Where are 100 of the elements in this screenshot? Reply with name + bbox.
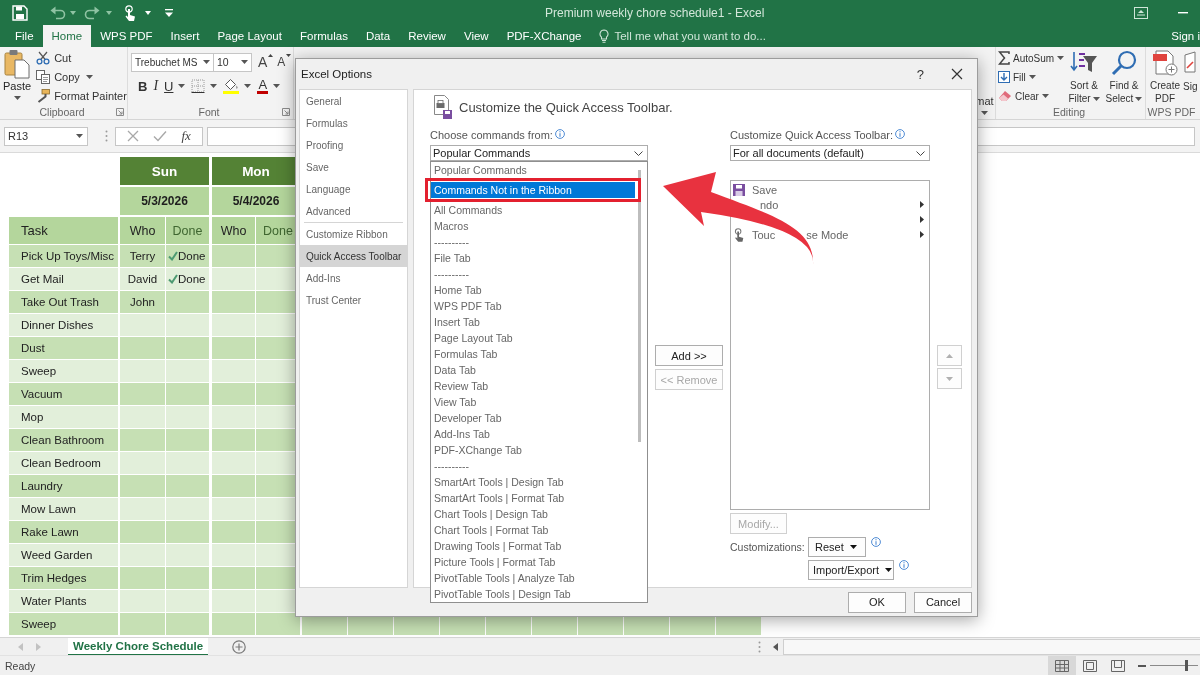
scrollbar-thumb[interactable] <box>638 170 641 442</box>
font-size-box[interactable]: 10 <box>214 52 252 72</box>
nav-item[interactable]: Formulas <box>300 112 407 134</box>
italic-button[interactable]: I <box>150 77 162 95</box>
dropdown-option[interactable]: Developer Tab <box>431 410 635 426</box>
ribbon-display-icon[interactable] <box>1134 6 1148 19</box>
ribbon-tab[interactable]: Insert <box>161 25 209 47</box>
caret-icon[interactable] <box>70 10 76 15</box>
cancel-icon[interactable] <box>127 130 140 142</box>
dropdown-option[interactable]: Home Tab <box>431 282 635 298</box>
dropdown-option[interactable]: Macros <box>431 218 635 234</box>
info-icon[interactable] <box>895 129 906 139</box>
underline-button[interactable]: U <box>161 77 189 95</box>
dialog-launcher-icon[interactable] <box>282 108 290 116</box>
format-painter-button[interactable]: Format Painter <box>34 87 129 105</box>
tell-me-field[interactable]: Tell me what you want to do... <box>614 30 780 42</box>
dropdown-option[interactable]: Add-Ins Tab <box>431 426 635 442</box>
nav-item[interactable]: Quick Access Toolbar <box>300 245 407 267</box>
nav-item[interactable]: Add-Ins <box>300 267 407 289</box>
list-item-label[interactable]: Touc <box>752 228 776 241</box>
submenu-arrow-icon[interactable] <box>920 201 924 208</box>
bold-button[interactable]: B <box>135 77 151 95</box>
move-up-button[interactable] <box>937 345 962 366</box>
ribbon-tab[interactable]: WPS PDF <box>91 25 162 47</box>
ok-button[interactable]: OK <box>848 591 906 613</box>
reset-button[interactable]: Reset <box>808 537 866 557</box>
ribbon-tab[interactable]: Page Layout <box>208 25 291 47</box>
horizontal-scrollbar[interactable] <box>783 638 1200 655</box>
dropdown-option[interactable]: PivotTable Tools | Analyze Tab <box>431 570 635 586</box>
dropdown-option[interactable]: Commands Not in the Ribbon <box>431 182 635 198</box>
import-export-button[interactable]: Import/Export <box>808 560 894 580</box>
ribbon-tab[interactable]: Review <box>399 25 455 47</box>
nav-item[interactable]: Language <box>300 178 407 200</box>
fill-button[interactable]: Fill <box>998 68 1064 86</box>
move-down-button[interactable] <box>937 368 962 389</box>
dropdown-option[interactable]: Insert Tab <box>431 314 635 330</box>
caret-icon[interactable] <box>145 10 151 15</box>
ribbon-tab[interactable]: Home <box>42 25 92 47</box>
grip-icon[interactable] <box>105 130 108 142</box>
add-sheet-icon[interactable] <box>232 639 247 654</box>
nav-item[interactable]: General <box>300 90 407 112</box>
dropdown-option[interactable]: Review Tab <box>431 378 635 394</box>
grip-icon[interactable] <box>758 640 761 653</box>
grow-font-button[interactable]: A <box>258 54 274 70</box>
list-item-label[interactable]: Save <box>752 183 778 196</box>
dropdown-option[interactable]: ---------- <box>431 234 635 250</box>
caret-icon[interactable] <box>106 10 112 15</box>
scroll-left-icon[interactable] <box>773 642 778 651</box>
submenu-arrow-icon[interactable] <box>920 216 924 223</box>
dropdown-option[interactable]: PivotTable Tools | Design Tab <box>431 586 635 602</box>
shrink-font-button[interactable]: A <box>277 54 292 70</box>
add-button[interactable]: Add >> <box>655 345 723 366</box>
nav-item[interactable]: Advanced <box>300 200 407 222</box>
ribbon-button[interactable]: Sig <box>1183 49 1199 105</box>
commands-dropdown[interactable]: Popular Commands <box>430 145 648 161</box>
cut-button[interactable]: Cut <box>34 49 129 67</box>
save-icon[interactable] <box>12 4 28 21</box>
dropdown-option[interactable]: Chart Tools | Format Tab <box>431 522 635 538</box>
enter-icon[interactable] <box>153 130 168 142</box>
dropdown-option[interactable]: Data Tab <box>431 362 635 378</box>
dropdown-option[interactable]: WPS PDF Tab <box>431 298 635 314</box>
clear-button[interactable]: Clear <box>998 87 1064 105</box>
name-box[interactable]: R13 <box>4 126 88 146</box>
info-icon[interactable] <box>899 560 909 570</box>
find-select-button[interactable]: Find & Select <box>1104 49 1144 105</box>
customize-icon[interactable] <box>165 8 173 17</box>
create-pdf-button[interactable]: Create PDF <box>1149 49 1181 105</box>
ribbon-tab[interactable]: Formulas <box>290 25 357 47</box>
font-name-box[interactable]: Trebuchet MS <box>131 52 214 72</box>
dropdown-option[interactable]: Popular Commands <box>431 162 635 178</box>
cancel-button[interactable]: Cancel <box>914 591 972 613</box>
ribbon-tab[interactable]: PDF-XChange <box>497 25 591 47</box>
dialog-launcher-icon[interactable] <box>116 108 124 116</box>
view-button[interactable] <box>1048 656 1076 675</box>
hand-pointer-icon[interactable] <box>123 4 137 21</box>
dropdown-option[interactable]: Picture Tools | Format Tab <box>431 554 635 570</box>
font-color-button[interactable]: A <box>254 77 284 95</box>
info-icon[interactable] <box>871 537 881 547</box>
copy-button[interactable]: Copy <box>34 68 129 86</box>
list-item-label[interactable]: ndo <box>760 198 779 211</box>
info-icon[interactable] <box>554 129 565 139</box>
ribbon-tab[interactable]: Data <box>356 25 400 47</box>
dropdown-option[interactable]: SmartArt Tools | Format Tab <box>431 490 635 506</box>
dropdown-option[interactable]: Page Layout Tab <box>431 330 635 346</box>
sign-in-link[interactable]: Sign i <box>1171 25 1200 47</box>
dropdown-option[interactable]: View Tab <box>431 394 635 410</box>
dropdown-option[interactable]: ---------- <box>431 458 635 474</box>
slider-thumb[interactable] <box>1185 660 1188 671</box>
close-icon[interactable] <box>951 68 963 80</box>
redo-icon[interactable] <box>84 5 100 20</box>
nav-item[interactable]: Trust Center <box>300 289 407 311</box>
dropdown-option[interactable]: PDF-XChange Tab <box>431 442 635 458</box>
ribbon-tab[interactable]: File <box>6 25 43 47</box>
autosum-button[interactable]: AutoSum <box>998 49 1064 67</box>
paste-button[interactable]: Paste <box>3 49 32 105</box>
ribbon-tab[interactable]: View <box>454 25 498 47</box>
dropdown-option[interactable]: SmartArt Tools | Design Tab <box>431 474 635 490</box>
sort-filter-button[interactable]: Sort & Filter <box>1064 49 1104 105</box>
list-item-label[interactable]: se Mode <box>806 228 849 241</box>
help-button[interactable]: ? <box>916 66 924 82</box>
